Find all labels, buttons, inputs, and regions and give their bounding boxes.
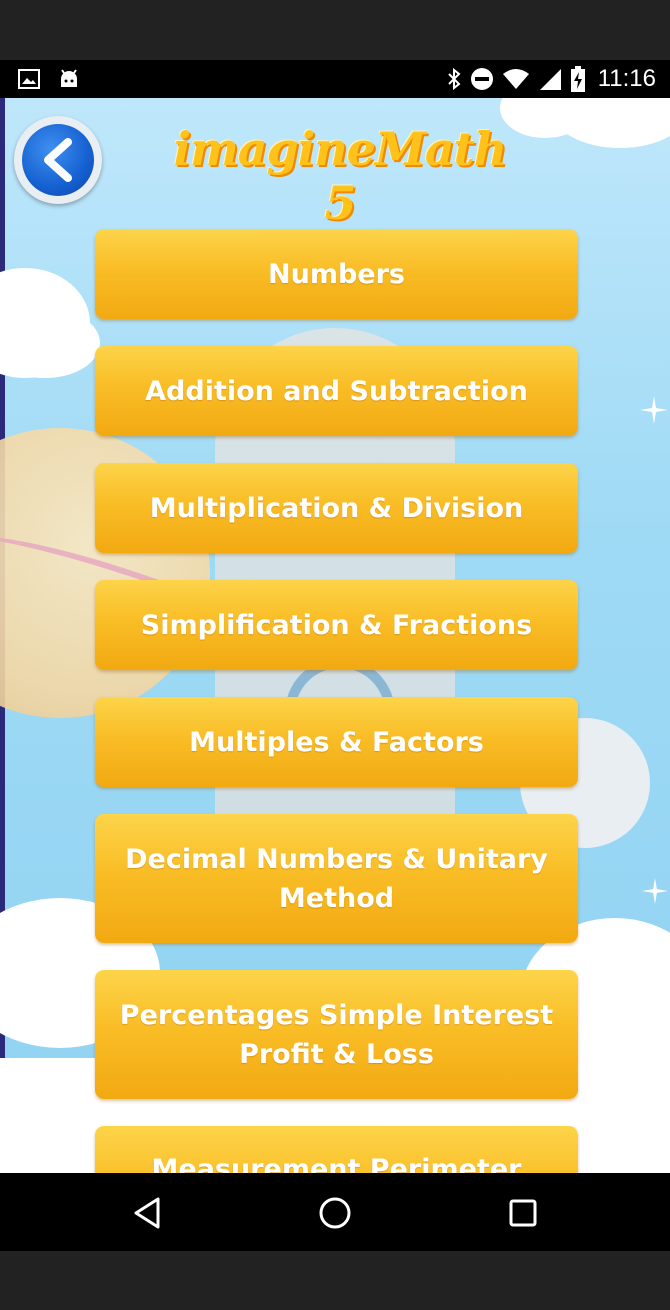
topic-button-label: Multiplication & Division <box>149 492 524 524</box>
status-bar: 11:16 <box>0 60 670 98</box>
signal-icon <box>539 69 561 90</box>
sparkle-icon <box>642 878 668 904</box>
battery-charging-icon <box>570 66 585 92</box>
navigation-bar <box>0 1173 670 1251</box>
do-not-disturb-icon <box>470 68 493 90</box>
image-icon <box>18 69 40 89</box>
topic-button-addition-subtraction[interactable]: Addition and Subtraction <box>95 346 578 436</box>
wifi-icon <box>502 69 529 89</box>
recents-square-icon[interactable] <box>503 1193 543 1233</box>
topic-button-label: Simplification & Fractions <box>140 609 533 641</box>
bottom-strip <box>0 1251 670 1310</box>
sparkle-icon <box>640 396 668 424</box>
back-triangle-icon[interactable] <box>128 1193 168 1233</box>
header: imagineMath 5 <box>0 98 670 230</box>
topic-button-label: Measurement Perimeter <box>151 1154 522 1173</box>
cloud-left-2 <box>0 308 100 378</box>
status-time: 11:16 <box>597 65 656 92</box>
app-screen: imagineMath 5 Numbers Addition and Subtr… <box>0 98 670 1173</box>
topic-button-simplification-fractions[interactable]: Simplification & Fractions <box>95 580 578 670</box>
topic-button-label: Multiples & Factors <box>189 726 484 758</box>
topic-button-multiples-factors[interactable]: Multiples & Factors <box>95 697 578 787</box>
top-strip <box>0 0 670 60</box>
topic-button-multiplication-division[interactable]: Multiplication & Division <box>95 463 578 553</box>
back-button-face <box>22 124 94 196</box>
topic-button-measurement-perimeter[interactable]: Measurement Perimeter <box>95 1126 578 1173</box>
topic-button-label: Numbers <box>268 258 405 290</box>
topic-button-decimal-unitary[interactable]: Decimal Numbers & Unitary Method <box>95 814 578 943</box>
topic-button-label: Addition and Subtraction <box>145 375 528 407</box>
back-button[interactable] <box>14 116 102 204</box>
topic-button-label: Decimal Numbers & Unitary Method <box>125 843 548 914</box>
topic-button-percentages-interest[interactable]: Percentages Simple Interest Profit & Los… <box>95 970 578 1099</box>
chevron-left-icon <box>44 138 72 182</box>
android-icon <box>61 69 77 87</box>
topic-button-numbers[interactable]: Numbers <box>95 229 578 319</box>
home-circle-icon[interactable] <box>315 1193 355 1233</box>
bluetooth-icon <box>448 67 461 91</box>
topic-button-label: Percentages Simple Interest Profit & Los… <box>119 999 554 1070</box>
app-title: imagineMath 5 <box>173 122 508 230</box>
